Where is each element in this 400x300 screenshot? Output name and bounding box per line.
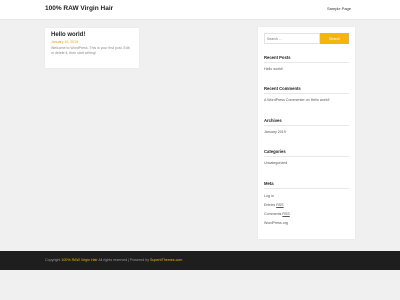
widget-divider [264, 93, 349, 94]
sidebar: Search Recent Posts Hello world! Recent … [258, 27, 355, 239]
copyright-prefix: Copyright [45, 258, 62, 262]
meta-title: Meta [264, 181, 274, 186]
nav-sample-page[interactable]: Sample Page [327, 6, 351, 11]
recent-post-link[interactable]: Hello world! [264, 67, 283, 71]
recent-comments-title: Recent Comments [264, 86, 301, 91]
comments-rss-link[interactable]: RSS [282, 212, 289, 216]
search-button[interactable]: Search [320, 33, 349, 44]
comment-author-link[interactable]: A WordPress Commenter [264, 98, 305, 102]
entries-label: Entries [264, 203, 277, 207]
recent-comment-item: A WordPress Commenter on Hello world! [264, 98, 329, 102]
categories-title: Categories [264, 149, 286, 154]
archive-link[interactable]: January 2019 [264, 130, 286, 134]
comment-post-link[interactable]: Hello world! [311, 98, 330, 102]
widget-divider [264, 125, 349, 126]
search-input[interactable] [264, 33, 320, 44]
widget-divider [264, 62, 349, 63]
meta-login-link[interactable]: Log in [264, 194, 274, 198]
post-card: Hello world! January 19, 2019 Welcome to… [45, 28, 139, 68]
comments-label: Comments [264, 212, 283, 216]
widget-divider [264, 156, 349, 157]
site-title-link[interactable]: 100% RAW Virgin Hair [45, 5, 113, 12]
widget-divider [264, 188, 349, 189]
archives-title: Archives [264, 118, 282, 123]
footer-copyright: Copyright 100% RAW Virgin Hair All right… [45, 258, 182, 262]
entries-rss-link[interactable]: RSS [276, 203, 283, 207]
meta-entries-rss[interactable]: Entries RSS [264, 203, 284, 207]
footer-site-link[interactable]: 100% RAW Virgin Hair [61, 258, 97, 262]
post-date-link[interactable]: January 19, 2019 [51, 40, 133, 45]
post-excerpt: Welcome to WordPress. This is your first… [51, 46, 130, 55]
site-header: 100% RAW Virgin Hair Sample Page [0, 0, 400, 20]
post-title-link[interactable]: Hello world! [51, 32, 133, 39]
meta-wordpress-link[interactable]: WordPress.org [264, 221, 288, 225]
recent-posts-title: Recent Posts [264, 55, 291, 60]
meta-comments-rss[interactable]: Comments RSS [264, 212, 290, 216]
rights-text: All rights reserved | Powered by [97, 258, 151, 262]
site-footer: Copyright 100% RAW Virgin Hair All right… [0, 251, 400, 270]
footer-theme-link[interactable]: SuperbThemes.com [150, 258, 182, 262]
category-link[interactable]: Uncategorized [264, 161, 287, 165]
